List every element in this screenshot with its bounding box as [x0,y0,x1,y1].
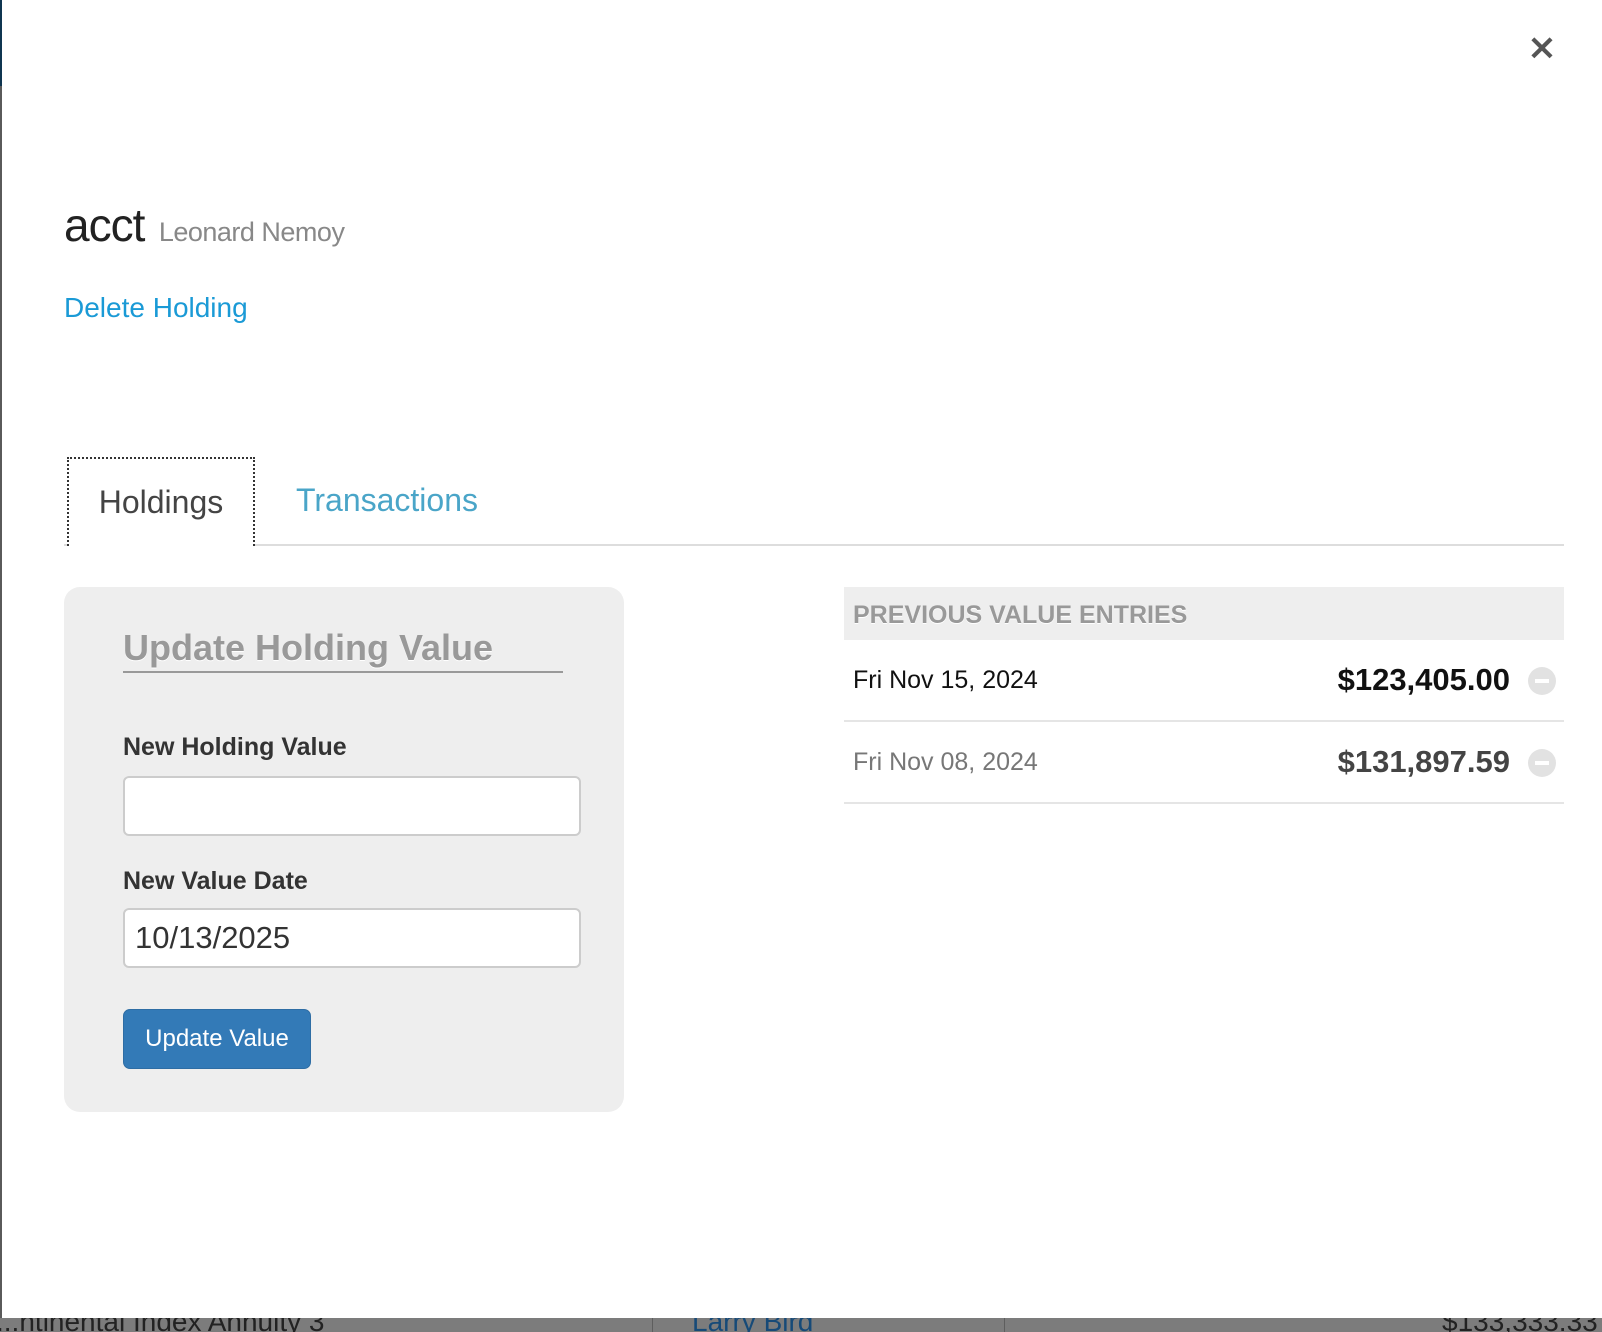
background-table-row: ...ntinental Index Annuity 3 Larry Bird … [0,1318,1602,1332]
remove-entry-icon[interactable] [1528,667,1556,695]
background-cell-amount: $133,333.33 [1442,1318,1598,1332]
panel-title: Update Holding Value [123,627,563,673]
account-name: acct [64,199,145,251]
previous-value-entries: PREVIOUS VALUE ENTRIES Fri Nov 15, 2024 … [844,587,1564,804]
update-value-button[interactable]: Update Value [123,1009,311,1069]
background-cell-product: ...ntinental Index Annuity 3 [0,1318,324,1332]
holding-modal: × acct Leonard Nemoy Delete Holding Hold… [2,0,1602,1318]
delete-holding-link[interactable]: Delete Holding [64,292,248,324]
new-value-date-input[interactable] [123,908,581,968]
entry-row: Fri Nov 15, 2024 $123,405.00 [844,640,1564,722]
tab-transactions[interactable]: Transactions [290,457,478,546]
client-name: Leonard Nemoy [158,217,345,247]
background-cell-divider [652,1318,653,1332]
entry-date: Fri Nov 08, 2024 [853,748,1038,776]
tab-holdings[interactable]: Holdings [67,457,255,546]
modal-tabs: Holdings Transactions [64,457,1564,546]
background-cell-divider [1004,1318,1005,1332]
entry-amount: $131,897.59 [1337,744,1510,779]
entry-amount: $123,405.00 [1337,662,1510,697]
remove-entry-icon[interactable] [1528,749,1556,777]
entry-row: Fri Nov 08, 2024 $131,897.59 [844,722,1564,804]
update-value-panel: Update Holding Value New Holding Value N… [64,587,624,1112]
background-cell-client-link[interactable]: Larry Bird [692,1318,813,1332]
modal-title: acct Leonard Nemoy [64,198,345,252]
close-icon[interactable]: × [1524,30,1560,66]
entry-date: Fri Nov 15, 2024 [853,666,1038,694]
entries-header: PREVIOUS VALUE ENTRIES [844,587,1564,640]
new-value-date-label: New Value Date [123,867,308,895]
new-holding-value-label: New Holding Value [123,733,347,761]
new-holding-value-input[interactable] [123,776,581,836]
